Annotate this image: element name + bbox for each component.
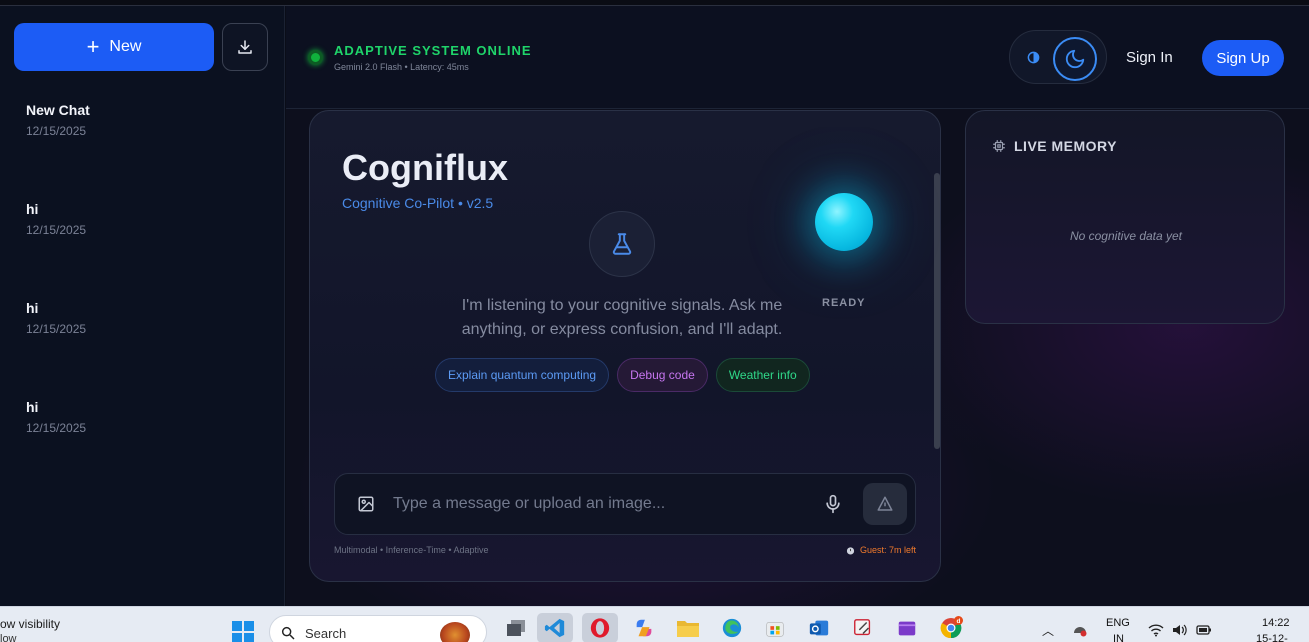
notification-subtext: low [0,633,17,642]
suggestion-chip-debug[interactable]: Debug code [617,358,708,392]
vscode-icon[interactable] [537,613,573,642]
chat-date: 12/15/2025 [26,124,87,138]
chat-history-item[interactable]: New Chat 12/15/2025 [0,96,285,195]
windows-start-icon[interactable] [232,621,254,642]
timer-icon [846,546,855,555]
chat-title: hi [26,201,39,217]
flask-badge [589,211,655,277]
chat-title: hi [26,300,39,316]
cpu-icon [993,140,1005,152]
microphone-icon[interactable] [823,493,843,515]
top-header: ADAPTIVE SYSTEM ONLINE Gemini 2.0 Flash … [286,6,1309,109]
chat-panel: Cogniflux Cognitive Co-Pilot • v2.5 READ… [309,110,941,582]
os-taskbar: ow visibility low Search d ︿ ENG IN 14:2… [0,606,1309,642]
moon-icon [1065,49,1085,69]
app-title: Cogniflux [342,147,508,188]
dark-mode-button[interactable] [1053,37,1097,81]
live-memory-title: LIVE MEMORY [1014,138,1117,154]
chat-date: 12/15/2025 [26,322,87,336]
chrome-icon[interactable]: d [933,613,969,642]
theme-toggle[interactable] [1009,30,1107,84]
volume-icon[interactable] [1172,623,1188,637]
tray-overflow-icon[interactable]: ︿ [1042,622,1054,639]
task-view-icon[interactable] [498,613,534,642]
status-indicator-dot [308,50,323,65]
sign-up-button[interactable]: Sign Up [1202,40,1284,76]
snipping-tool-icon[interactable] [845,613,881,642]
guest-timer-label: Guest: 7m left [859,545,916,555]
chat-date: 12/15/2025 [26,421,87,435]
new-chat-button[interactable]: + New [14,23,214,71]
file-explorer-icon[interactable] [670,613,706,642]
search-label: Search [305,626,347,641]
language-indicator[interactable]: ENG [1106,617,1130,629]
orb-status-label: READY [822,297,866,309]
composer [334,473,916,535]
chat-history-item[interactable]: hi 12/15/2025 [0,393,285,492]
status-title: ADAPTIVE SYSTEM ONLINE [334,43,532,58]
chat-title: hi [26,399,39,415]
suggestion-chips: Explain quantum computing Debug code Wea… [435,358,810,392]
clipchamp-icon[interactable] [889,613,925,642]
app-subtitle: Cognitive Co-Pilot • v2.5 [342,195,494,211]
suggestion-chip-quantum[interactable]: Explain quantum computing [435,358,610,392]
download-button[interactable] [222,23,268,71]
send-button[interactable] [863,483,907,525]
flask-icon [612,233,632,255]
chat-date: 12/15/2025 [26,223,87,237]
plus-icon: + [86,34,100,59]
clock-time[interactable]: 14:22 [1262,617,1290,629]
main-area: ADAPTIVE SYSTEM ONLINE Gemini 2.0 Flash … [286,6,1309,606]
network-warning-icon[interactable] [1072,623,1088,637]
message-input[interactable] [393,488,793,520]
wifi-icon[interactable] [1148,623,1164,637]
copilot-icon[interactable] [626,613,662,642]
send-icon [877,496,893,511]
chat-history-item[interactable]: hi 12/15/2025 [0,195,285,294]
download-icon [238,40,252,54]
sign-in-link[interactable]: Sign In [1126,49,1173,66]
taskbar-search[interactable]: Search [269,615,487,642]
notification-text: ow visibility [0,617,61,631]
capabilities-footer: Multimodal • Inference-Time • Adaptive [334,545,489,555]
clock-date[interactable]: 15-12-2025 [1256,633,1309,642]
contrast-icon [1027,51,1040,64]
search-highlight-icon [440,622,470,642]
intro-message: I'm listening to your cognitive signals.… [461,297,783,338]
chrome-badge-label: d [957,618,961,625]
store-icon[interactable] [757,613,793,642]
image-upload-icon[interactable] [357,495,375,513]
language-region: IN [1113,633,1124,642]
live-memory-empty: No cognitive data yet [1069,229,1183,243]
cognitive-orb [815,193,873,251]
suggestion-chip-weather[interactable]: Weather info [715,358,810,392]
search-icon [281,626,295,640]
edge-icon[interactable] [714,613,750,642]
live-memory-panel: LIVE MEMORY No cognitive data yet [965,110,1285,324]
chat-history-item[interactable]: hi 12/15/2025 [0,294,285,393]
sidebar: + New New Chat 12/15/2025 hi 12/15/2025 … [0,6,285,606]
chat-scrollbar[interactable] [934,173,940,449]
new-chat-label: New [109,38,142,55]
opera-icon[interactable] [582,613,618,642]
chat-title: New Chat [26,102,90,118]
battery-icon[interactable] [1196,623,1212,637]
guest-timer: Guest: 7m left [846,545,916,555]
chat-history-list: New Chat 12/15/2025 hi 12/15/2025 hi 12/… [0,96,285,492]
outlook-icon[interactable] [801,613,837,642]
status-subtitle: Gemini 2.0 Flash • Latency: 45ms [334,62,469,72]
